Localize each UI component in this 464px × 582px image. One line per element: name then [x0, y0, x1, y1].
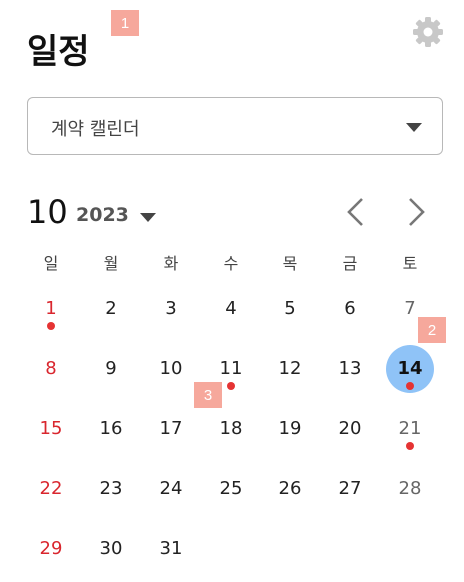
- day-number: 1: [45, 298, 57, 319]
- calendar-day-24[interactable]: 24: [147, 465, 195, 513]
- day-number: 22: [39, 478, 63, 499]
- weekday-header: 월: [103, 254, 119, 273]
- day-number: 6: [344, 298, 356, 319]
- weekday-header: 토: [402, 254, 418, 273]
- calendar-day-4[interactable]: 4: [207, 285, 255, 333]
- day-number: 23: [99, 478, 123, 499]
- calendar-select-value: 계약 캘린더: [51, 119, 140, 140]
- day-number: 3: [165, 298, 177, 319]
- day-number: 9: [105, 358, 117, 379]
- calendar-day-14[interactable]: 14: [386, 345, 434, 393]
- calendar-day-27[interactable]: 27: [326, 465, 374, 513]
- day-number: 28: [398, 478, 422, 499]
- day-number: 16: [99, 418, 123, 439]
- weekday-header: 일: [43, 254, 59, 273]
- day-number: 25: [219, 478, 243, 499]
- calendar-day-15[interactable]: 15: [27, 405, 75, 453]
- calendar-day-11[interactable]: 11: [207, 345, 255, 393]
- event-dot-icon: [227, 382, 235, 390]
- weekday-header: 금: [342, 254, 358, 273]
- calendar-day-17[interactable]: 17: [147, 405, 195, 453]
- day-number: 8: [45, 358, 57, 379]
- page-title: 일정: [27, 32, 90, 72]
- calendar-day-13[interactable]: 13: [326, 345, 374, 393]
- event-dot-icon: [406, 442, 414, 450]
- calendar-day-12[interactable]: 12: [266, 345, 314, 393]
- calendar-day-1[interactable]: 1: [27, 285, 75, 333]
- calendar-day-22[interactable]: 22: [27, 465, 75, 513]
- next-month-button[interactable]: [401, 196, 431, 228]
- month-label: 10: [27, 193, 68, 231]
- calendar-day-18[interactable]: 18: [207, 405, 255, 453]
- calendar-day-21[interactable]: 21: [386, 405, 434, 453]
- day-number: 14: [397, 358, 423, 379]
- day-number: 5: [284, 298, 296, 319]
- chevron-right-icon: [409, 198, 425, 226]
- event-dot-icon: [47, 322, 55, 330]
- day-number: 11: [219, 358, 243, 379]
- calendar-day-30[interactable]: 30: [87, 525, 135, 573]
- calendar-day-26[interactable]: 26: [266, 465, 314, 513]
- gear-icon[interactable]: [412, 16, 444, 48]
- day-number: 12: [278, 358, 302, 379]
- caret-down-icon: [406, 123, 422, 132]
- calendar-day-3[interactable]: 3: [147, 285, 195, 333]
- day-number: 26: [278, 478, 302, 499]
- calendar-day-16[interactable]: 16: [87, 405, 135, 453]
- day-number: 31: [159, 538, 183, 559]
- day-number: 27: [338, 478, 362, 499]
- calendar-day-29[interactable]: 29: [27, 525, 75, 573]
- calendar-day-9[interactable]: 9: [87, 345, 135, 393]
- calendar-day-7[interactable]: 7: [386, 285, 434, 333]
- day-number: 13: [338, 358, 362, 379]
- event-dot-icon: [406, 382, 414, 390]
- calendar-select[interactable]: 계약 캘린더: [27, 97, 443, 155]
- calendar-day-6[interactable]: 6: [326, 285, 374, 333]
- weekday-header: 화: [163, 254, 179, 273]
- day-number: 29: [39, 538, 63, 559]
- day-number: 20: [338, 418, 362, 439]
- calendar-day-28[interactable]: 28: [386, 465, 434, 513]
- calendar-day-8[interactable]: 8: [27, 345, 75, 393]
- day-number: 30: [99, 538, 123, 559]
- annotation-marker-1: 1: [111, 10, 139, 36]
- calendar-day-25[interactable]: 25: [207, 465, 255, 513]
- day-number: 15: [39, 418, 63, 439]
- day-number: 10: [159, 358, 183, 379]
- year-label: 2023: [76, 204, 129, 226]
- calendar-day-10[interactable]: 10: [147, 345, 195, 393]
- chevron-left-icon: [347, 198, 363, 226]
- prev-month-button[interactable]: [341, 196, 371, 228]
- day-number: 2: [105, 298, 117, 319]
- weekday-header: 목: [282, 254, 298, 273]
- year-selector[interactable]: 2023: [76, 204, 166, 228]
- day-number: 4: [225, 298, 237, 319]
- day-number: 21: [398, 418, 422, 439]
- calendar-day-20[interactable]: 20: [326, 405, 374, 453]
- calendar-day-2[interactable]: 2: [87, 285, 135, 333]
- weekday-header: 수: [223, 254, 239, 273]
- calendar-day-5[interactable]: 5: [266, 285, 314, 333]
- calendar-day-23[interactable]: 23: [87, 465, 135, 513]
- calendar-day-19[interactable]: 19: [266, 405, 314, 453]
- day-number: 7: [404, 298, 416, 319]
- day-number: 19: [278, 418, 302, 439]
- caret-down-icon: [140, 213, 156, 222]
- day-number: 24: [159, 478, 183, 499]
- day-number: 17: [159, 418, 183, 439]
- calendar-day-31[interactable]: 31: [147, 525, 195, 573]
- day-number: 18: [219, 418, 243, 439]
